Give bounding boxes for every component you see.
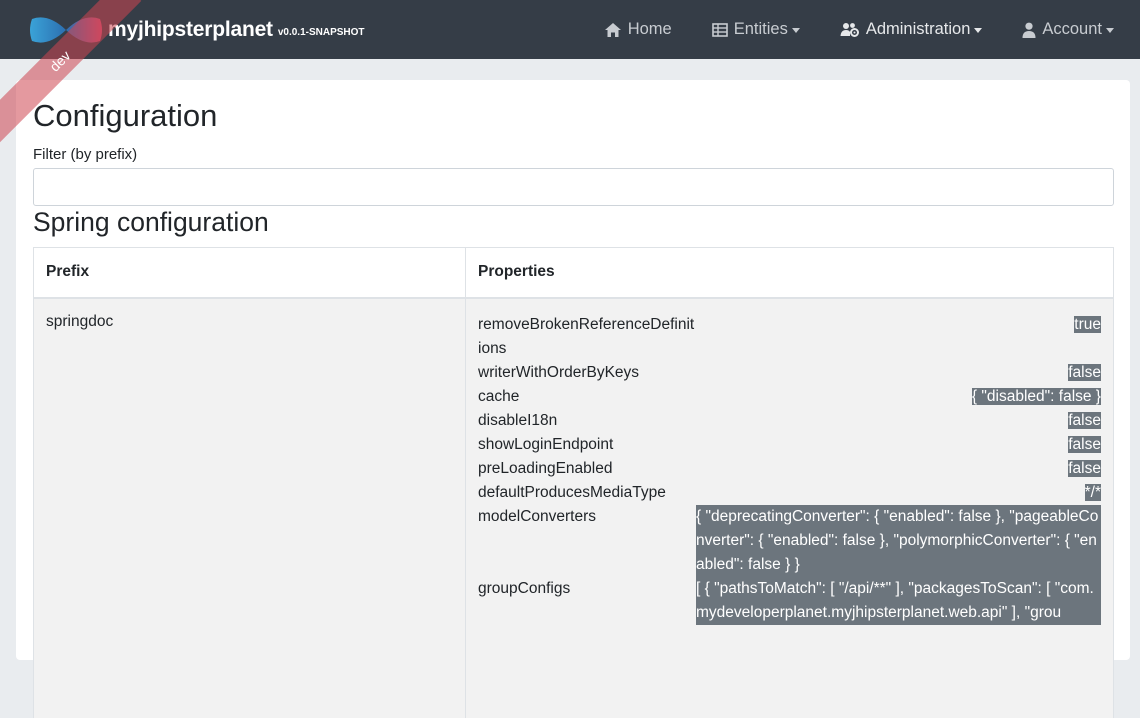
property-value: [ { "pathsToMatch": [ "/api/**" ], "pack… bbox=[696, 576, 1101, 625]
filter-input[interactable] bbox=[33, 168, 1114, 206]
chevron-down-icon bbox=[974, 28, 983, 33]
property-row: writerWithOrderByKeys false bbox=[478, 361, 1101, 385]
users-cog-icon bbox=[840, 22, 859, 37]
config-table: Prefix Properties springdoc removeBroken… bbox=[33, 247, 1114, 718]
property-value: { "disabled": false } bbox=[971, 387, 1101, 405]
property-row: defaultProducesMediaType */* bbox=[478, 481, 1101, 505]
property-key: defaultProducesMediaType bbox=[478, 483, 666, 501]
property-row: groupConfigs [ { "pathsToMatch": [ "/api… bbox=[478, 576, 1101, 625]
table-header-row: Prefix Properties bbox=[33, 247, 1114, 299]
property-row: modelConverters { "deprecatingConverter"… bbox=[478, 504, 1101, 577]
main-card: Configuration Filter (by prefix) Spring … bbox=[16, 80, 1130, 718]
home-icon bbox=[604, 22, 621, 37]
property-value: false bbox=[1068, 459, 1101, 477]
property-row: showLoginEndpoint false bbox=[478, 433, 1101, 457]
property-value: { "deprecatingConverter": { "enabled": f… bbox=[696, 504, 1101, 577]
brand-version: v0.0.1-SNAPSHOT bbox=[277, 27, 365, 38]
property-row: cache { "disabled": false } bbox=[478, 385, 1101, 409]
nav-entities-label: Entities bbox=[733, 20, 788, 38]
property-key: showLoginEndpoint bbox=[478, 435, 614, 453]
top-navbar: myjhipsterplanet v0.0.1-SNAPSHOT Home En… bbox=[0, 0, 1140, 59]
column-header-properties: Properties bbox=[465, 247, 1114, 299]
property-value: false bbox=[1068, 435, 1101, 453]
property-value-wrap: false bbox=[696, 457, 1101, 481]
property-key: disableI18n bbox=[478, 411, 558, 429]
filter-label: Filter (by prefix) bbox=[33, 146, 138, 163]
property-value: true bbox=[1074, 315, 1101, 333]
nav-account-label: Account bbox=[1042, 20, 1102, 38]
property-row: preLoadingEnabled false bbox=[478, 457, 1101, 481]
property-key: modelConverters bbox=[478, 507, 597, 525]
property-row: disableI18n false bbox=[478, 409, 1101, 433]
nav-entities[interactable]: Entities bbox=[711, 20, 800, 39]
nav-account[interactable]: Account bbox=[1022, 20, 1114, 39]
chevron-down-icon bbox=[1106, 28, 1114, 33]
property-key: groupConfigs bbox=[478, 579, 571, 597]
nav-menu: Home Entities Administration Account bbox=[604, 0, 1140, 59]
property-key: removeBrokenReferenceDefinitions bbox=[478, 315, 695, 357]
nav-administration-label: Administration bbox=[865, 20, 971, 38]
table-icon bbox=[711, 22, 728, 37]
property-value-wrap: true bbox=[696, 313, 1101, 361]
section-title: Spring configuration bbox=[33, 207, 269, 237]
property-value-wrap: */* bbox=[696, 481, 1101, 505]
page-title: Configuration bbox=[33, 98, 218, 133]
property-value-wrap: { "disabled": false } bbox=[696, 385, 1101, 409]
property-value-wrap: false bbox=[696, 433, 1101, 457]
prefix-cell: springdoc bbox=[33, 297, 466, 718]
property-key: preLoadingEnabled bbox=[478, 459, 613, 477]
nav-home[interactable]: Home bbox=[604, 20, 672, 39]
property-row: removeBrokenReferenceDefinitions true bbox=[478, 313, 1101, 361]
brand-link[interactable]: myjhipsterplanet v0.0.1-SNAPSHOT bbox=[30, 13, 365, 47]
property-value-wrap: { "deprecatingConverter": { "enabled": f… bbox=[696, 504, 1101, 577]
property-value-wrap: false bbox=[696, 361, 1101, 385]
nav-home-label: Home bbox=[627, 20, 672, 38]
user-icon bbox=[1022, 22, 1036, 38]
chevron-down-icon bbox=[791, 28, 800, 33]
column-header-prefix[interactable]: Prefix bbox=[33, 247, 466, 299]
nav-administration[interactable]: Administration bbox=[840, 20, 983, 39]
property-value: false bbox=[1068, 363, 1101, 381]
properties-cell: removeBrokenReferenceDefinitions true wr… bbox=[465, 297, 1114, 718]
brand-title: myjhipsterplanet bbox=[108, 17, 273, 41]
property-key: cache bbox=[478, 387, 520, 405]
table-row: springdoc removeBrokenReferenceDefinitio… bbox=[33, 297, 1114, 718]
property-value: */* bbox=[1084, 483, 1101, 501]
logo-icon bbox=[30, 16, 102, 43]
property-key: writerWithOrderByKeys bbox=[478, 363, 640, 381]
property-value-wrap: false bbox=[696, 409, 1101, 433]
property-value-wrap: [ { "pathsToMatch": [ "/api/**" ], "pack… bbox=[696, 576, 1101, 625]
property-value: false bbox=[1068, 411, 1101, 429]
